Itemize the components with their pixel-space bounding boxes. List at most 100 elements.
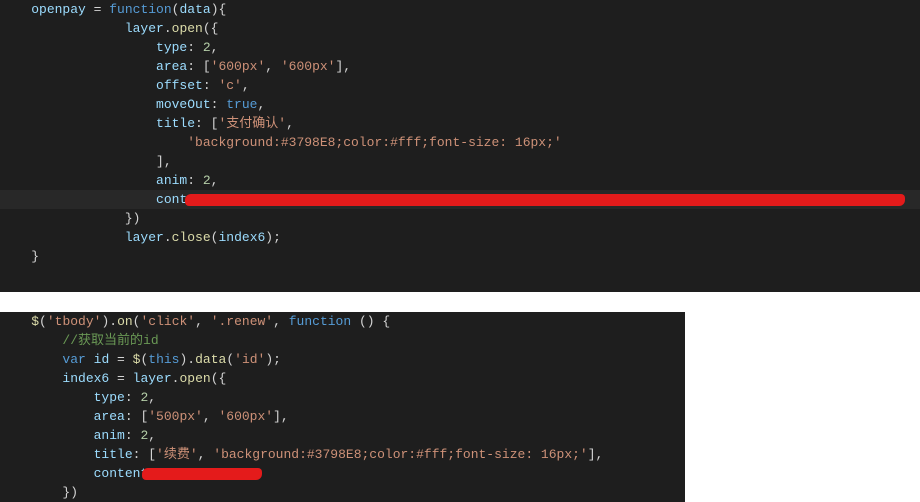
code-token: ); (265, 352, 281, 367)
code-line[interactable]: ], (0, 152, 920, 171)
code-token: , (195, 314, 211, 329)
code-token: on (117, 314, 133, 329)
code-line[interactable]: title: ['支付确认', (0, 114, 920, 133)
code-token: : [ (125, 409, 148, 424)
code-line[interactable]: //获取当前的id (0, 331, 685, 350)
code-line[interactable]: 'background:#3798E8;color:#fff;font-size… (0, 133, 920, 152)
indent (0, 211, 125, 226)
code-line[interactable]: anim: 2, (0, 171, 920, 190)
code-token: 'c' (218, 78, 241, 93)
code-token: var (62, 352, 85, 367)
code-token (86, 352, 94, 367)
indent (0, 409, 94, 424)
code-token: title (156, 116, 195, 131)
code-token: true (226, 97, 257, 112)
code-token: 2 (203, 173, 211, 188)
code-token: title (94, 447, 133, 462)
code-line[interactable]: anim: 2, (0, 426, 685, 445)
code-token: this (148, 352, 179, 367)
code-line[interactable]: type: 2, (0, 388, 685, 407)
code-token: id (94, 352, 110, 367)
indent (0, 135, 187, 150)
code-token: function (109, 2, 171, 17)
indent (0, 40, 156, 55)
code-token: layer (133, 371, 172, 386)
code-line[interactable]: $('tbody').on('click', '.renew', functio… (0, 312, 685, 331)
indent (0, 333, 62, 348)
code-token: : (125, 390, 141, 405)
code-token: , (203, 409, 219, 424)
code-token: '600px' (211, 59, 266, 74)
code-token: layer (125, 21, 164, 36)
code-line[interactable]: }) (0, 209, 920, 228)
code-token: openpay (31, 2, 86, 17)
code-line[interactable]: openpay = function(data){ (0, 0, 920, 19)
code-token: '600px' (218, 409, 273, 424)
indent (0, 314, 31, 329)
code-editor-block-1[interactable]: openpay = function(data){ layer.open({ t… (0, 0, 920, 292)
indent (0, 2, 31, 17)
code-token: , (148, 428, 156, 443)
code-token: ){ (211, 2, 227, 17)
code-token: ); (265, 230, 281, 245)
code-token: , (211, 173, 219, 188)
code-line[interactable]: content: (0, 464, 685, 483)
code-token: area (94, 409, 125, 424)
indent (0, 390, 94, 405)
code-token: = (109, 352, 132, 367)
code-line[interactable]: layer.open({ (0, 19, 920, 38)
code-token: , (148, 390, 156, 405)
code-token: , (257, 97, 265, 112)
code-token: ( (39, 314, 47, 329)
code-line[interactable]: index6 = layer.open({ (0, 369, 685, 388)
code-line[interactable]: }) (0, 483, 685, 502)
code-line[interactable]: content: (0, 190, 920, 209)
code-token: '续费' (156, 447, 198, 462)
code-token: open (172, 21, 203, 36)
code-token: = (109, 371, 132, 386)
code-token: ], (156, 154, 172, 169)
code-token: content (94, 466, 149, 481)
code-line[interactable]: type: 2, (0, 38, 920, 57)
code-token: : (125, 428, 141, 443)
indent (0, 371, 62, 386)
code-token: index6 (218, 230, 265, 245)
code-token: moveOut (156, 97, 211, 112)
indent (0, 59, 156, 74)
code-token: anim (156, 173, 187, 188)
code-line[interactable]: title: ['续费', 'background:#3798E8;color:… (0, 445, 685, 464)
code-token: '.renew' (211, 314, 273, 329)
code-token: open (179, 371, 210, 386)
code-line[interactable]: offset: 'c', (0, 76, 920, 95)
code-token: ], (335, 59, 351, 74)
code-line[interactable]: layer.close(index6); (0, 228, 920, 247)
indent (0, 352, 62, 367)
indent (0, 485, 62, 500)
code-line[interactable]: moveOut: true, (0, 95, 920, 114)
code-editor-block-2[interactable]: $('tbody').on('click', '.renew', functio… (0, 312, 685, 502)
indent (0, 97, 156, 112)
code-token: : (187, 40, 203, 55)
code-token: , (265, 59, 281, 74)
code-token: type (94, 390, 125, 405)
code-line[interactable]: area: ['600px', '600px'], (0, 57, 920, 76)
code-line[interactable]: area: ['500px', '600px'], (0, 407, 685, 426)
code-token: 'background:#3798E8;color:#fff;font-size… (187, 135, 561, 150)
code-token: '600px' (281, 59, 336, 74)
code-token: () { (351, 314, 390, 329)
code-token: //获取当前的id (62, 333, 158, 348)
code-token: offset (156, 78, 203, 93)
code-token: ], (273, 409, 289, 424)
code-line[interactable]: } (0, 247, 920, 266)
code-token: index6 (62, 371, 109, 386)
code-line[interactable]: var id = $(this).data('id'); (0, 350, 685, 369)
indent (0, 78, 156, 93)
code-token: : [ (195, 116, 218, 131)
code-token: '支付确认' (218, 116, 286, 131)
code-token: area (156, 59, 187, 74)
indent (0, 230, 125, 245)
code-token: 2 (203, 40, 211, 55)
redaction-mark (185, 194, 905, 206)
code-token: , (286, 116, 294, 131)
code-token: : (203, 78, 219, 93)
